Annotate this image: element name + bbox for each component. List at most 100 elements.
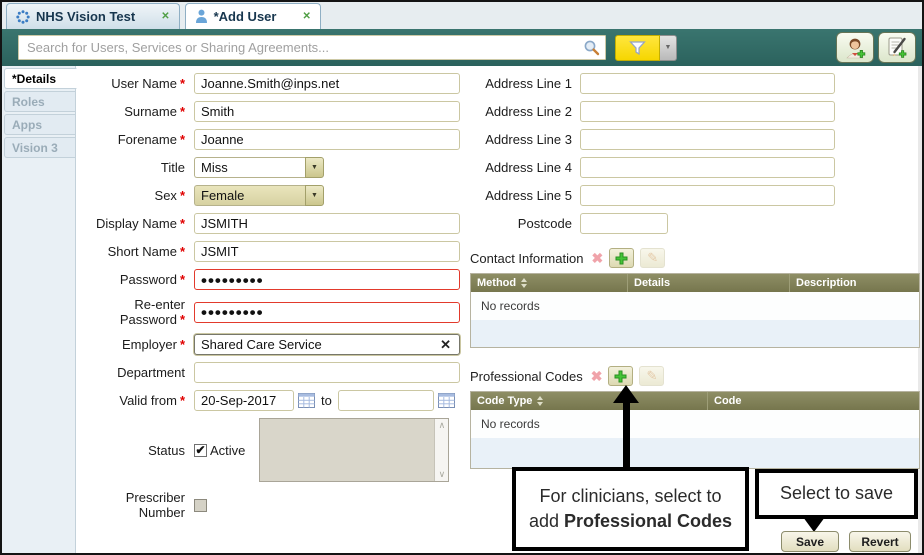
surname-input[interactable] (194, 101, 460, 122)
employer-input[interactable] (194, 334, 460, 355)
short-name-input[interactable] (194, 241, 460, 262)
close-icon[interactable]: ✕ (161, 11, 169, 22)
filter-button[interactable] (615, 35, 660, 61)
add-professional-code-button[interactable] (608, 366, 633, 386)
active-checkbox[interactable]: ✔ (194, 444, 207, 457)
form-row: Password* (88, 269, 460, 290)
address-line3-label: Address Line 3 (485, 132, 572, 147)
status-notes-textarea[interactable]: ∧ ∨ (259, 418, 449, 482)
delete-icon[interactable]: ✖ (591, 368, 603, 385)
save-button[interactable]: Save (781, 531, 839, 552)
scroll-up-icon[interactable]: ∧ (439, 420, 446, 431)
annotation-arrow-line (623, 402, 630, 468)
form-row: Forename* (88, 129, 460, 150)
sidebar-item-vision3[interactable]: Vision 3 (4, 137, 75, 158)
calendar-icon[interactable] (298, 393, 315, 408)
required-marker: * (180, 244, 185, 259)
add-contact-button[interactable] (609, 248, 634, 268)
address-line4-label: Address Line 4 (485, 160, 572, 175)
required-marker: * (180, 312, 185, 327)
table-empty-row: No records (471, 410, 919, 438)
annotation-pointer (803, 517, 825, 532)
address-line4-input[interactable] (580, 157, 835, 178)
user-icon (195, 9, 208, 24)
delete-icon[interactable]: ✖ (591, 250, 603, 267)
search-icon[interactable] (583, 39, 600, 56)
plus-icon (615, 252, 628, 265)
valid-from-input[interactable] (194, 390, 294, 411)
form-row: Postcode (460, 213, 922, 234)
reenter-password-input[interactable] (194, 302, 460, 323)
revert-button[interactable]: Revert (849, 531, 911, 552)
user-name-label: User Name (111, 76, 177, 91)
address-line1-input[interactable] (580, 73, 835, 94)
calendar-icon[interactable] (438, 393, 455, 408)
form-row: Short Name* (88, 241, 460, 262)
sidebar-item-roles[interactable]: Roles (4, 91, 75, 112)
add-user-button[interactable] (836, 32, 874, 63)
chevron-down-icon[interactable]: ▼ (305, 185, 324, 206)
display-name-label: Display Name (96, 216, 177, 231)
required-marker: * (180, 393, 185, 408)
toolbar-actions (836, 32, 916, 63)
search-input[interactable] (18, 35, 606, 60)
column-code[interactable]: Code (708, 392, 919, 410)
column-code-type[interactable]: Code Type (471, 392, 708, 410)
valid-to-input[interactable] (338, 390, 434, 411)
display-name-input[interactable] (194, 213, 460, 234)
professional-codes-title: Professional Codes (470, 369, 583, 384)
form-row: Display Name* (88, 213, 460, 234)
forename-input[interactable] (194, 129, 460, 150)
filter-dropdown-button[interactable]: ▼ (660, 35, 677, 61)
sex-select-value: Female (194, 185, 305, 206)
address-line2-label: Address Line 2 (485, 104, 572, 119)
search-field-wrap (18, 35, 606, 60)
required-marker: * (180, 272, 185, 287)
sidebar-item-apps[interactable]: Apps (4, 114, 75, 135)
form-row: Prescriber Number (88, 490, 460, 520)
annotation-text: Select to save (780, 481, 893, 506)
form-row: Department (88, 362, 460, 383)
add-agreement-button[interactable] (878, 32, 916, 63)
required-marker: * (180, 337, 185, 352)
department-input[interactable] (194, 362, 460, 383)
close-icon[interactable]: ✕ (302, 11, 310, 22)
filter-funnel-icon (629, 41, 646, 55)
chevron-down-icon[interactable]: ▼ (305, 157, 324, 178)
user-name-input[interactable] (194, 73, 460, 94)
scroll-down-icon[interactable]: ∨ (439, 469, 446, 480)
column-details[interactable]: Details (628, 274, 790, 292)
clear-icon[interactable]: ✕ (440, 337, 451, 353)
plus-icon (614, 370, 627, 383)
reenter-password-label: Re-enter Password (120, 297, 185, 327)
form-row: Employer* ✕ (88, 334, 460, 355)
edit-contact-button[interactable]: ✎ (640, 248, 665, 268)
address-line2-input[interactable] (580, 101, 835, 122)
required-marker: * (180, 132, 185, 147)
prescriber-number-checkbox[interactable] (194, 499, 207, 512)
status-label: Status (148, 443, 185, 458)
address-line3-input[interactable] (580, 129, 835, 150)
edit-professional-code-button[interactable]: ✎ (639, 366, 664, 386)
annotation-box-professional-codes: For clinicians, select to add Profession… (512, 467, 749, 551)
sidebar-item-details[interactable]: *Details (4, 68, 77, 89)
tab-add-user[interactable]: *Add User ✕ (185, 3, 321, 29)
professional-codes-header: Professional Codes ✖ ✎ (470, 366, 922, 386)
postcode-input[interactable] (580, 213, 668, 234)
chevron-down-icon: ▼ (665, 44, 672, 51)
form-row: Title Miss ▼ (88, 157, 460, 178)
password-input[interactable] (194, 269, 460, 290)
tab-label: *Add User (214, 9, 277, 24)
form-row: Address Line 4 (460, 157, 922, 178)
column-method[interactable]: Method (471, 274, 628, 292)
form-row: Address Line 2 (460, 101, 922, 122)
title-select[interactable]: Miss ▼ (194, 157, 324, 178)
add-user-icon (843, 36, 867, 59)
textarea-scrollbar[interactable]: ∧ ∨ (434, 419, 448, 481)
address-line5-input[interactable] (580, 185, 835, 206)
column-description[interactable]: Description (790, 274, 919, 292)
tab-nhs-vision-test[interactable]: NHS Vision Test ✕ (6, 3, 180, 29)
contact-information-table: Method Details Description No records (470, 273, 920, 348)
sex-select[interactable]: Female ▼ (194, 185, 324, 206)
sidebar: *Details Roles Apps Vision 3 (2, 66, 76, 553)
